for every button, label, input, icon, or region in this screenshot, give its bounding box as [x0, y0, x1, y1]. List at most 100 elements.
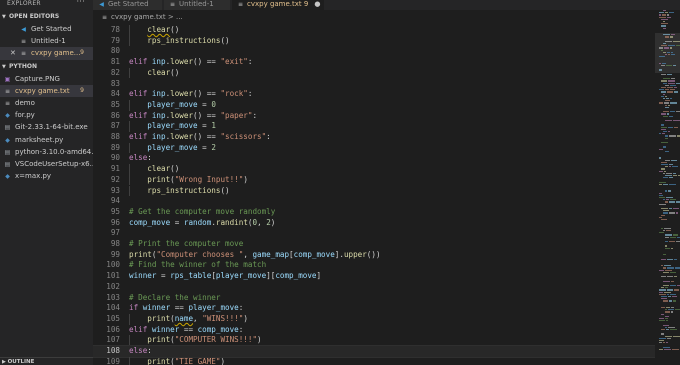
code-line[interactable]: 98 # Print the computer move — [93, 239, 655, 250]
minimap-line — [659, 133, 661, 135]
code-line[interactable]: 88 elif inp.lower() == "scissors": — [93, 132, 655, 143]
file-item[interactable]: ◆ marksheet.py — [0, 134, 93, 146]
tab-bar: ◀ Get Started ≡ Untitled-1 ≡ cvxpy game.txt… — [93, 0, 680, 10]
code-line[interactable]: 83 — [93, 79, 655, 90]
code-line[interactable]: 102 — [93, 282, 655, 293]
code-line[interactable]: 107 print("COMPUTER WINS!!!") — [93, 335, 655, 346]
file-item[interactable]: ≡ cvxpy game.txt 9 — [0, 84, 93, 97]
code-line[interactable]: 106 elif winner == comp_move: — [93, 325, 655, 336]
code-line[interactable]: 97 — [93, 228, 655, 239]
minimap-line — [668, 296, 671, 298]
code-line[interactable]: 86 elif inp.lower() == "paper": — [93, 111, 655, 122]
minimap-line — [673, 335, 680, 337]
outline-label: OUTLINE — [7, 359, 35, 365]
unsaved-dot-icon[interactable]: ● — [314, 0, 320, 8]
code-line[interactable]: 94 — [93, 196, 655, 207]
line-number: 96 — [110, 217, 120, 227]
code-line[interactable]: 81 elif inp.lower() == "exit": — [93, 57, 655, 68]
code-line[interactable]: 93 rps_instructions() — [93, 185, 655, 197]
minimap-line — [661, 298, 667, 300]
code-line[interactable]: 78 clear() — [93, 25, 655, 36]
file-item[interactable]: ≡ demo — [0, 97, 93, 109]
code-line[interactable]: 96 comp_move = random.randint(0, 2) — [93, 218, 655, 229]
code-line[interactable]: 85 player_move = 0 — [93, 99, 655, 111]
code-editor[interactable]: 78 clear() 79 rps_instructions() 80 81 elif … — [93, 25, 655, 365]
code-line[interactable]: 101 winner = rps_table[player_move][comp_… — [93, 271, 655, 282]
minimap-line — [676, 241, 680, 243]
breadcrumb-separator: > — [167, 13, 174, 21]
line-number: 79 — [110, 35, 120, 45]
minimap-line — [659, 14, 661, 16]
minimap-line — [659, 183, 662, 186]
minimap-line — [663, 172, 665, 175]
code-line[interactable]: 82 clear() — [93, 67, 655, 79]
file-item[interactable]: ▤ Git-2.33.1-64-bit.exe — [0, 121, 93, 133]
minimap[interactable] — [655, 10, 680, 365]
code-line[interactable]: 104 if winner == player_move: — [93, 303, 655, 314]
code-line[interactable]: 84 elif inp.lower() == "rock": — [93, 89, 655, 100]
minimap-line — [659, 348, 663, 351]
open-editor-untitled-1[interactable]: ≡ Untitled-1 — [0, 35, 93, 47]
code-line[interactable]: 108 else: — [93, 345, 655, 358]
file-item[interactable]: ▤ python-3.10.0-amd64... — [0, 146, 93, 158]
code-line[interactable]: 92 print("Wrong Input!!") — [93, 174, 655, 186]
code-line[interactable]: 90 else: — [93, 153, 655, 164]
code-line[interactable]: 103 # Declare the winner — [93, 293, 655, 304]
minimap-line — [666, 320, 668, 322]
minimap-line — [669, 241, 675, 243]
tab-get-started[interactable]: ◀ Get Started — [93, 0, 163, 10]
minimap-line — [665, 54, 667, 56]
code-token: # Get the computer move randomly — [129, 206, 276, 216]
file-label: x=max.py — [15, 172, 52, 181]
tab-untitled-1[interactable]: ≡ Untitled-1 — [164, 0, 231, 10]
file-item[interactable]: ▤ VSCodeUserSetup-x6... — [0, 158, 93, 170]
code-line[interactable]: 91 clear() — [93, 164, 655, 175]
breadcrumb-file[interactable]: cvxpy game.txt — [111, 13, 166, 21]
minimap-line — [665, 234, 672, 236]
minimap-line — [668, 104, 670, 106]
code-line[interactable]: 89 player_move = 2 — [93, 142, 655, 154]
code-token: clear — [147, 67, 171, 77]
line-number: 100 — [106, 260, 120, 270]
outline-header[interactable]: ▶ OUTLINE — [0, 357, 93, 365]
file-item[interactable]: ▣ Capture.PNG — [0, 73, 93, 85]
tab-cvxpy-game[interactable]: ≡ cvxpy game.txt 9 ● — [232, 0, 325, 10]
code-line[interactable]: 79 rps_instructions() — [93, 35, 655, 47]
folder-header-python[interactable]: ▼ PYTHON — [0, 60, 93, 73]
line-number: 109 — [106, 356, 120, 365]
open-editors-header[interactable]: ▼ OPEN EDITORS — [0, 10, 93, 23]
code-line[interactable]: 80 — [93, 46, 655, 57]
line-number: 85 — [110, 99, 120, 109]
minimap-line — [663, 271, 669, 274]
more-actions-icon[interactable]: ··· — [76, 0, 85, 6]
code-line[interactable]: 87 player_move = 1 — [93, 121, 655, 132]
minimap-line — [667, 16, 671, 18]
close-icon[interactable]: ✕ — [10, 47, 16, 59]
indent-guide — [129, 142, 130, 154]
code-line[interactable]: 95 # Get the computer move randomly — [93, 207, 655, 218]
open-editor-cvxpy-game[interactable]: ✕ ≡ cvxpy game... 9 — [0, 47, 93, 60]
code-token: ()) — [366, 249, 381, 259]
minimap-line — [670, 111, 675, 113]
code-text: elif inp.lower() == "scissors": — [129, 132, 271, 143]
code-line[interactable]: 109 print("TIE GAME") — [93, 356, 655, 365]
code-token: "Wrong Input!!" — [174, 174, 244, 184]
minimap-line — [669, 208, 672, 210]
code-line[interactable]: 105 print(name, "WINS!!!") — [93, 313, 655, 325]
breadcrumb-symbol[interactable]: ... — [176, 13, 183, 21]
code-token: winner — [142, 303, 171, 313]
file-item[interactable]: ◆ x=max.py — [0, 170, 93, 182]
minimap-line — [663, 10, 666, 12]
code-text: print("Wrong Input!!") — [129, 175, 248, 186]
minimap-line — [670, 36, 673, 38]
code-line[interactable]: 100 # Find the winner of the match — [93, 260, 655, 271]
open-editor-get-started[interactable]: ◀ Get Started — [0, 23, 93, 35]
minimap-line — [661, 91, 666, 93]
file-item[interactable]: ◆ for.py — [0, 109, 93, 121]
code-token: : — [252, 110, 258, 120]
minimap-line — [671, 78, 675, 80]
indent-guide — [129, 185, 130, 197]
code-line[interactable]: 99 print("Computer chooses ", game_map[co… — [93, 250, 655, 261]
minimap-line — [663, 93, 665, 95]
